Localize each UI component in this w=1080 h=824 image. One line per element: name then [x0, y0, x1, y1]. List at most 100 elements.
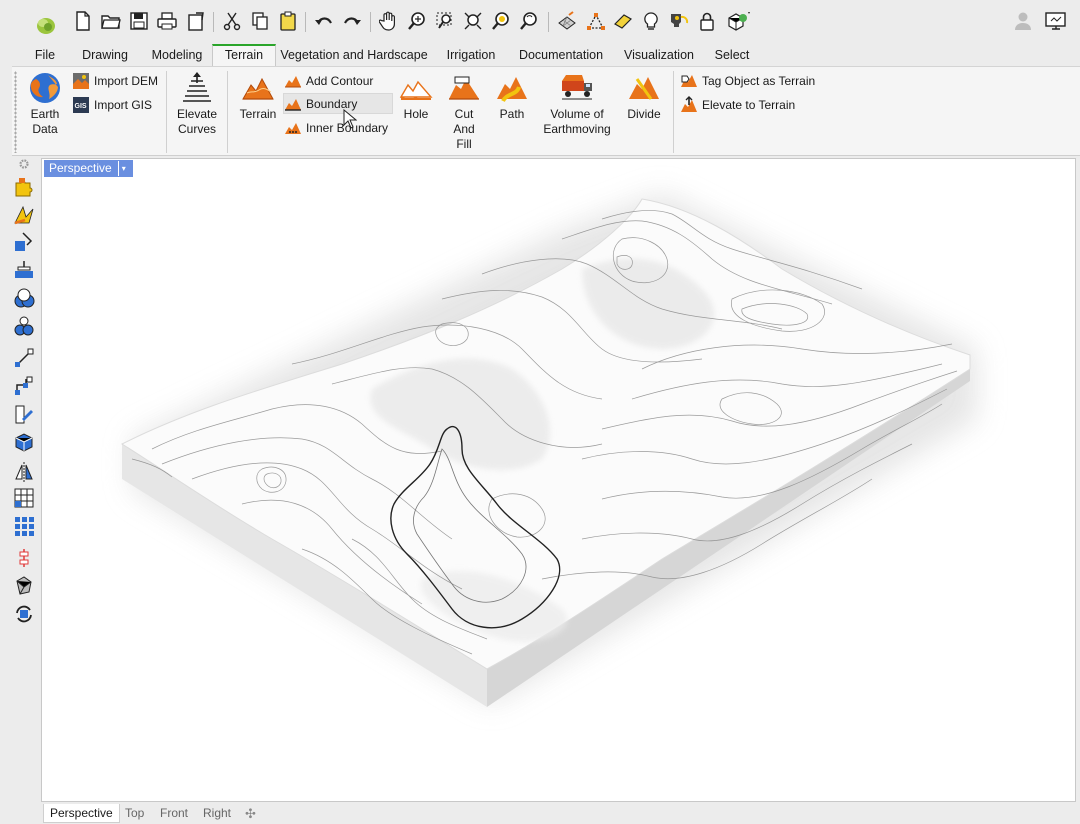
viewport-menu-chevron-icon[interactable]: ▾ — [117, 161, 129, 176]
eraser-icon[interactable] — [612, 10, 634, 32]
volume-of-earthmoving-button[interactable]: Volume of Earthmoving — [538, 71, 616, 137]
boundary-button[interactable]: Boundary — [283, 93, 393, 114]
tag-terrain-icon — [680, 72, 698, 90]
transform-tool-icon[interactable] — [12, 602, 36, 626]
toolbar-gear-icon[interactable] — [12, 156, 36, 172]
save-icon[interactable] — [128, 10, 150, 32]
inner-boundary-button[interactable]: Inner Boundary — [284, 117, 388, 138]
osnap-icon[interactable] — [585, 10, 607, 32]
earth-data-button[interactable]: Earth Data — [26, 71, 64, 137]
ribbon-grip[interactable] — [14, 71, 17, 153]
print-icon[interactable] — [156, 10, 178, 32]
pan-hand-icon[interactable] — [378, 10, 400, 32]
tab-documentation[interactable]: Documentation — [514, 44, 608, 66]
tab-terrain[interactable]: Terrain — [212, 44, 276, 66]
dem-map-icon — [72, 72, 90, 90]
level-tool-icon[interactable] — [12, 258, 36, 282]
ribbon-group-separator — [673, 71, 674, 153]
lightbulb-icon[interactable] — [640, 10, 662, 32]
lock-icon[interactable] — [696, 10, 718, 32]
grid-plane-icon[interactable] — [556, 10, 578, 32]
add-contour-button[interactable]: Add Contour — [284, 70, 373, 91]
viewport-tab-front[interactable]: Front — [160, 804, 188, 823]
import-dem-label: Import DEM — [94, 73, 159, 88]
cut-and-fill-label-1: Cut — [454, 107, 474, 121]
line-tool-icon[interactable] — [12, 346, 36, 370]
divide-button[interactable]: Divide — [624, 71, 664, 122]
undo-icon[interactable] — [313, 10, 335, 32]
perspective-viewport[interactable]: Perspective ▾ — [41, 158, 1076, 802]
grid-array-icon[interactable] — [12, 514, 36, 538]
terrain-button[interactable]: Terrain — [236, 71, 280, 122]
divide-label: Divide — [627, 107, 661, 121]
tab-irrigation[interactable]: Irrigation — [438, 44, 504, 66]
tab-select[interactable]: Select — [708, 44, 756, 66]
volume-label-1: Volume of — [550, 107, 604, 121]
boolean-union-icon[interactable] — [12, 286, 36, 310]
path-label: Path — [499, 107, 525, 121]
polyline-tool-icon[interactable] — [12, 374, 36, 398]
import-gis-button[interactable]: GIS Import GIS — [72, 94, 152, 115]
split-tool-icon[interactable] — [12, 230, 36, 254]
puzzle-tool-icon[interactable] — [12, 174, 36, 198]
viewport-title[interactable]: Perspective ▾ — [44, 160, 133, 177]
hole-button[interactable]: Hole — [396, 71, 436, 122]
new-file-icon[interactable] — [72, 10, 94, 32]
display-settings-icon[interactable] — [1043, 10, 1069, 32]
viewport-tab-perspective[interactable]: Perspective — [43, 804, 120, 823]
elevate-curves-button[interactable]: Elevate Curves — [174, 71, 220, 137]
import-dem-button[interactable]: Import DEM — [72, 70, 158, 91]
inner-boundary-icon — [284, 119, 302, 137]
terrain-model[interactable] — [42, 159, 1076, 802]
viewport-tab-top[interactable]: Top — [125, 804, 144, 823]
zoom-selected-icon[interactable] — [490, 10, 512, 32]
terrain-path-icon — [495, 71, 529, 105]
edit-points-icon[interactable] — [12, 402, 36, 426]
tab-visualization[interactable]: Visualization — [620, 44, 698, 66]
sketch-tool-icon[interactable] — [12, 202, 36, 226]
cut-and-fill-button[interactable]: Cut And Fill — [444, 71, 484, 152]
ribbon-group-separator — [166, 71, 167, 153]
render-object-icon[interactable] — [724, 10, 754, 32]
copy-icon[interactable] — [249, 10, 271, 32]
zoom-extents-icon[interactable] — [462, 10, 484, 32]
boolean-split-icon[interactable] — [12, 314, 36, 338]
tab-vegetation-and-hardscape[interactable]: Vegetation and Hardscape — [280, 44, 428, 66]
tab-drawing[interactable]: Drawing — [74, 44, 136, 66]
tag-object-as-terrain-label: Tag Object as Terrain — [702, 73, 816, 88]
ribbon-tabs: File Drawing Modeling Terrain Vegetation… — [0, 44, 1080, 66]
tab-modeling[interactable]: Modeling — [144, 44, 210, 66]
light-tools-icon[interactable] — [668, 10, 690, 32]
hole-label: Hole — [403, 107, 429, 121]
array-tool-icon[interactable] — [12, 486, 36, 510]
cut-icon[interactable] — [221, 10, 243, 32]
rotate-view-icon[interactable] — [518, 10, 540, 32]
elevate-to-terrain-button[interactable]: Elevate to Terrain — [680, 94, 795, 115]
earth-data-label-2: Data — [32, 122, 58, 136]
analyze-tool-icon[interactable] — [12, 574, 36, 598]
earth-data-label-1: Earth — [30, 107, 60, 121]
dimension-tool-icon[interactable] — [12, 546, 36, 570]
viewport-title-label: Perspective — [49, 161, 112, 175]
paste-icon[interactable] — [277, 10, 299, 32]
tag-object-as-terrain-button[interactable]: Tag Object as Terrain — [680, 70, 815, 91]
window-edge — [1076, 158, 1080, 824]
zoom-window-icon[interactable] — [434, 10, 456, 32]
user-account-icon[interactable] — [1010, 10, 1036, 32]
add-viewport-plus-icon[interactable]: ✣ — [245, 804, 256, 823]
quick-access-toolbar — [0, 0, 1080, 42]
app-logo-icon[interactable] — [33, 12, 59, 38]
properties-icon[interactable] — [185, 10, 207, 32]
box-solid-icon[interactable] — [12, 430, 36, 454]
cut-and-fill-label-2: And — [453, 122, 475, 136]
path-button[interactable]: Path — [492, 71, 532, 122]
viewport-tab-right[interactable]: Right — [203, 804, 231, 823]
tab-file[interactable]: File — [26, 44, 64, 66]
mirror-tool-icon[interactable] — [12, 460, 36, 484]
open-file-icon[interactable] — [100, 10, 122, 32]
zoom-icon[interactable] — [406, 10, 428, 32]
toolbar-separator — [370, 12, 371, 32]
elevate-curves-label-1: Elevate — [176, 107, 218, 121]
redo-icon[interactable] — [341, 10, 363, 32]
boundary-icon — [284, 95, 302, 113]
